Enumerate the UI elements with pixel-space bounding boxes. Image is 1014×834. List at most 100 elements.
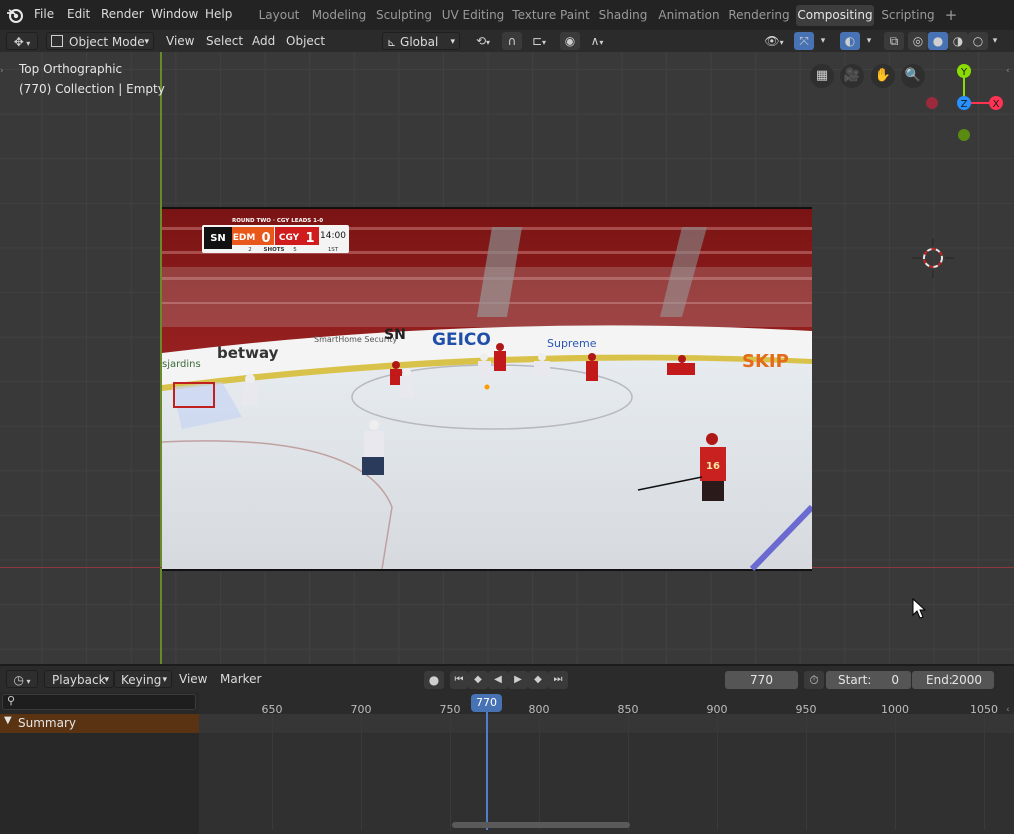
blender-logo-icon[interactable] <box>6 6 24 24</box>
top-menu-bar: File Edit Render Window Help Layout Mode… <box>0 0 1014 30</box>
tab-sculpting[interactable]: Sculpting <box>374 5 434 26</box>
tab-layout[interactable]: Layout <box>254 5 304 26</box>
playback-label: Playback <box>52 673 106 687</box>
3d-cursor-icon <box>912 238 954 278</box>
solid-shading-icon[interactable]: ● <box>928 32 948 50</box>
playhead-line[interactable] <box>486 712 488 830</box>
tab-texture-paint[interactable]: Texture Paint <box>512 5 590 26</box>
grid-line <box>984 714 985 830</box>
network-logo: SN <box>210 233 226 244</box>
summary-channel[interactable]: ▼ Summary <box>0 714 199 733</box>
timeline-menu-marker[interactable]: Marker <box>220 669 261 689</box>
tab-shading[interactable]: Shading <box>596 5 650 26</box>
visibility-icon[interactable]: 👁▾ <box>760 32 788 50</box>
grid-line <box>272 714 273 830</box>
keying-menu[interactable]: Keying ▾ <box>114 670 172 688</box>
overlays-icon[interactable]: ◐ <box>840 32 860 50</box>
camera-view-icon[interactable]: 🎥 <box>840 64 864 88</box>
summary-label: Summary <box>18 716 76 730</box>
menu-object[interactable]: Object <box>286 31 325 51</box>
orientation-dropdown[interactable]: ⊾ Global ▾ <box>382 32 460 50</box>
grid-line <box>539 714 540 830</box>
end-frame-field[interactable]: End: 2000 <box>912 671 994 689</box>
menu-render[interactable]: Render <box>101 0 144 30</box>
menu-help[interactable]: Help <box>205 0 232 30</box>
tab-scripting[interactable]: Scripting <box>880 5 936 26</box>
menu-file[interactable]: File <box>34 0 54 30</box>
tab-compositing[interactable]: Compositing <box>796 5 874 26</box>
start-frame-field[interactable]: Start: 0 <box>826 671 911 689</box>
ad-supreme: Supreme <box>547 337 597 350</box>
next-keyframe-icon[interactable]: ◆ <box>528 671 548 689</box>
proportional-edit-icon[interactable]: ◉ <box>560 32 580 50</box>
end-label: End: <box>926 673 953 687</box>
chevron-down-icon[interactable]: ▾ <box>988 32 1002 50</box>
record-icon[interactable]: ● <box>424 671 444 689</box>
grid-line <box>806 714 807 830</box>
grid-line <box>628 714 629 830</box>
navigation-gizmo[interactable]: Y X Z <box>920 60 1010 150</box>
sidebar-toggle-left-icon[interactable]: › <box>0 66 8 80</box>
wireframe-shading-icon[interactable]: ◎ <box>908 32 928 50</box>
pan-hand-icon[interactable]: ✋ <box>871 64 895 88</box>
current-frame-field[interactable]: 770 <box>725 671 798 689</box>
tab-animation[interactable]: Animation <box>656 5 722 26</box>
chevron-down-icon[interactable]: ▾ <box>816 32 830 50</box>
gizmo-z-label: Z <box>961 99 968 110</box>
start-value: 0 <box>891 673 899 687</box>
channel-search-input[interactable]: ⚲ <box>2 694 196 710</box>
frame-tick-label: 650 <box>261 703 283 716</box>
team1-shots: 2 <box>248 247 252 253</box>
play-reverse-icon[interactable]: ◀ <box>488 671 508 689</box>
timeline-menu-view[interactable]: View <box>179 669 207 689</box>
menu-edit[interactable]: Edit <box>67 0 90 30</box>
channel-region: ⚲ ▼ Summary <box>0 692 199 834</box>
menu-add[interactable]: Add <box>252 31 275 51</box>
playback-menu[interactable]: Playback ▾ <box>44 670 114 688</box>
pivot-point-icon[interactable]: ⟲▾ <box>468 32 498 50</box>
playhead-frame-badge[interactable]: 770 <box>471 694 502 712</box>
frame-tick-label: 1050 <box>970 703 998 716</box>
xray-icon[interactable]: ⧉ <box>884 32 904 50</box>
3d-viewport[interactable]: › ‹ Top Orthographic (770) Collection | … <box>0 52 1014 664</box>
chevron-down-icon[interactable]: ▾ <box>862 32 876 50</box>
series-note: ROUND TWO · CGY LEADS 1-0 <box>232 218 323 224</box>
timeline-header: ◷ ▾ Playback ▾ Keying ▾ View Marker ● ⏮ ◆ … <box>0 664 1014 692</box>
menu-select[interactable]: Select <box>206 31 243 51</box>
editor-type-clock-icon[interactable]: ◷ ▾ <box>6 670 38 688</box>
menu-view[interactable]: View <box>166 31 194 51</box>
material-shading-icon[interactable]: ◑ <box>948 32 968 50</box>
tab-uv-editing[interactable]: UV Editing <box>440 5 506 26</box>
jump-start-icon[interactable]: ⏮ <box>450 671 468 689</box>
prev-keyframe-icon[interactable]: ◆ <box>468 671 488 689</box>
stopwatch-icon[interactable]: ⏱ <box>804 671 824 689</box>
jump-end-icon[interactable]: ⏭ <box>548 671 568 689</box>
chevron-down-icon: ▾ <box>450 37 455 47</box>
snap-target-icon[interactable]: ⊏▾ <box>524 32 554 50</box>
add-workspace-button[interactable]: + <box>942 5 960 26</box>
gizmo-toggle-icon[interactable]: ⤧ <box>794 32 814 50</box>
grid-line <box>895 714 896 830</box>
mouse-pointer-icon <box>912 598 926 619</box>
falloff-icon[interactable]: ∧▾ <box>582 32 612 50</box>
snap-icon[interactable]: ∩ <box>502 32 522 50</box>
team2-score: 1 <box>305 231 314 246</box>
start-label: Start: <box>838 673 872 687</box>
frame-tick-label: 950 <box>795 703 817 716</box>
tab-modeling[interactable]: Modeling <box>310 5 368 26</box>
rendered-shading-icon[interactable]: ○ <box>968 32 988 50</box>
menu-window[interactable]: Window <box>151 0 198 30</box>
reference-image-plane[interactable]: betway SmartHome Security SN GEICO Supre… <box>162 207 812 571</box>
ad-betway: betway <box>217 344 279 362</box>
sidebar-toggle-timeline-icon[interactable]: ‹ <box>1006 705 1014 719</box>
play-icon[interactable]: ▶ <box>508 671 528 689</box>
ad-skip: SKIP <box>742 351 789 372</box>
frame-tick-label: 900 <box>706 703 728 716</box>
orientation-label: Global <box>400 35 439 49</box>
mode-dropdown[interactable]: Object Mode ▾ <box>46 32 154 50</box>
grid-view-icon[interactable]: ▦ <box>810 64 834 88</box>
editor-type-icon[interactable]: ✥ ▾ <box>6 32 38 50</box>
tab-rendering[interactable]: Rendering <box>728 5 790 26</box>
timeline-scrollbar[interactable] <box>452 822 630 828</box>
ad-geico: GEICO <box>432 330 491 350</box>
